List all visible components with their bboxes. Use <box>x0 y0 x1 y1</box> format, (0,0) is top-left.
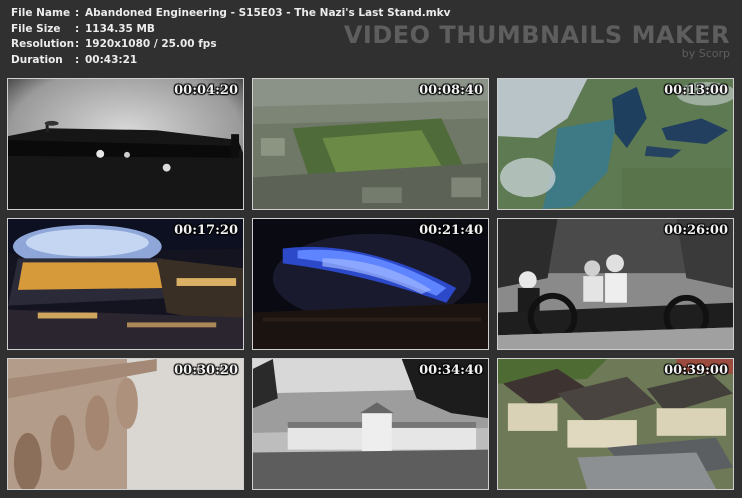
scene-blurred-balustrade <box>8 359 243 489</box>
thumbnail-4[interactable]: 00:17:20 <box>7 218 244 350</box>
brand-watermark: VIDEO THUMBNAILS MAKER by Scorp <box>344 22 730 60</box>
timestamp: 00:08:40 <box>419 83 483 98</box>
scene-aerial-ruins <box>253 79 488 209</box>
scene-abandoned-houses <box>498 359 733 489</box>
thumbnail-5[interactable]: 00:21:40 <box>252 218 489 350</box>
scene-satellite-lakes <box>498 79 733 209</box>
timestamp: 00:39:00 <box>664 363 728 378</box>
info-value: Abandoned Engineering - S15E03 - The Naz… <box>85 7 451 19</box>
timestamp: 00:04:20 <box>174 83 238 98</box>
info-key: Duration <box>11 53 63 66</box>
thumbnail-7[interactable]: 00:30:20 <box>7 358 244 490</box>
info-separator: : <box>75 38 80 50</box>
brand-subtitle: by Scorp <box>681 47 730 60</box>
info-key: File Name <box>11 7 71 19</box>
info-separator: : <box>75 53 80 66</box>
info-row-file-name: File Name : Abandoned Engineering - S15E… <box>11 6 450 22</box>
timestamp: 00:30:20 <box>174 363 238 378</box>
scene-blue-dome <box>253 219 488 349</box>
info-key: File Size <box>11 22 61 35</box>
thumbnail-6[interactable]: 00:26:00 <box>497 218 734 350</box>
scene-bw-monastery <box>253 359 488 489</box>
scene-night-stadium <box>8 219 243 349</box>
thumbnail-8[interactable]: 00:34:40 <box>252 358 489 490</box>
info-key: Resolution <box>11 38 75 50</box>
scene-vintage-car <box>498 219 733 349</box>
info-value: 1920x1080 / 25.00 fps <box>85 38 217 50</box>
thumbnail-1[interactable]: 00:04:20 <box>7 78 244 210</box>
timestamp: 00:34:40 <box>419 363 483 378</box>
timestamp: 00:17:20 <box>174 223 238 238</box>
info-separator: : <box>75 7 80 19</box>
thumbnail-3[interactable]: 00:13:00 <box>497 78 734 210</box>
info-separator: : <box>75 22 80 35</box>
timestamp: 00:21:40 <box>419 223 483 238</box>
timestamp: 00:26:00 <box>664 223 728 238</box>
thumbnail-2[interactable]: 00:08:40 <box>252 78 489 210</box>
timestamp: 00:13:00 <box>664 83 728 98</box>
thumbnail-9[interactable]: 00:39:00 <box>497 358 734 490</box>
info-value: 00:43:21 <box>85 53 138 66</box>
brand-title: VIDEO THUMBNAILS MAKER <box>343 21 730 49</box>
info-value: 1134.35 MB <box>85 22 155 35</box>
scene-vintage-airplane <box>8 79 243 209</box>
